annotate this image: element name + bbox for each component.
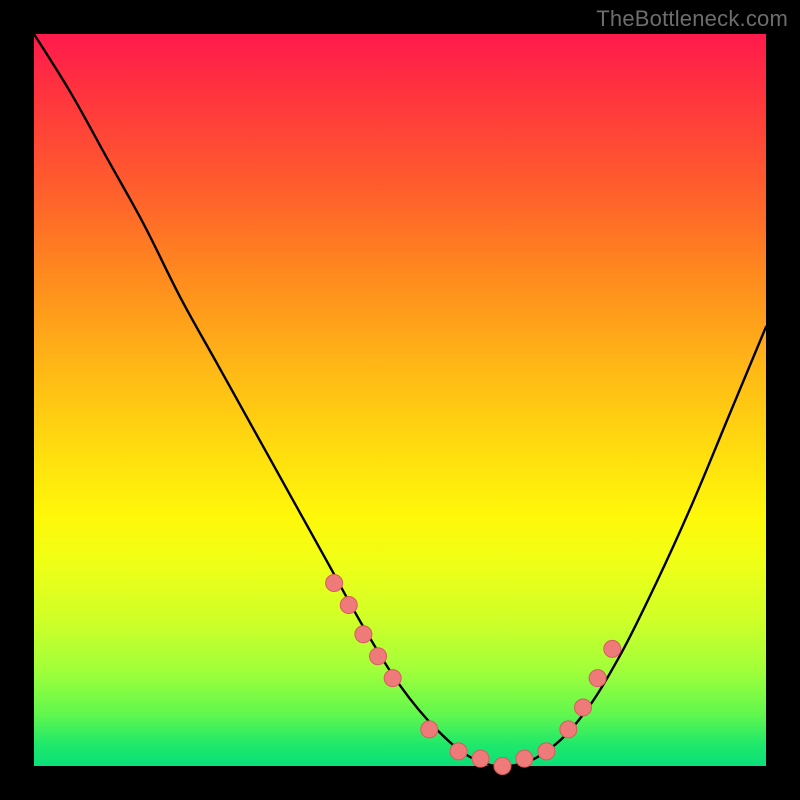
- marker-point: [472, 750, 489, 767]
- marker-point: [538, 743, 555, 760]
- marker-point: [575, 699, 592, 716]
- marker-point: [589, 670, 606, 687]
- bottleneck-curve: [34, 34, 766, 766]
- marker-point: [604, 640, 621, 657]
- chart-stage: TheBottleneck.com: [0, 0, 800, 800]
- marker-point: [326, 575, 343, 592]
- watermark-text: TheBottleneck.com: [596, 6, 788, 32]
- marker-point: [370, 648, 387, 665]
- chart-svg: [34, 34, 766, 766]
- marker-point: [340, 596, 357, 613]
- marker-point: [355, 626, 372, 643]
- marker-point: [450, 743, 467, 760]
- marker-point: [560, 721, 577, 738]
- marker-point: [384, 670, 401, 687]
- marker-point: [421, 721, 438, 738]
- marker-point: [494, 758, 511, 775]
- highlight-markers: [326, 575, 621, 775]
- marker-point: [516, 750, 533, 767]
- plot-area: [34, 34, 766, 766]
